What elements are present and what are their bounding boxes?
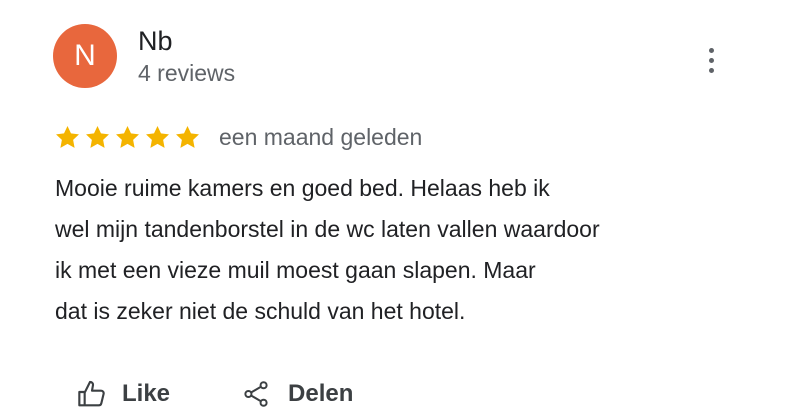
- share-button[interactable]: Delen: [242, 380, 353, 408]
- review-card: N Nb 4 reviews een maand geleden Mooie r…: [0, 0, 800, 420]
- review-actions: Like Delen: [76, 378, 353, 410]
- thumbs-up-icon: [78, 380, 105, 407]
- share-icon: [244, 381, 268, 407]
- avatar-initial: N: [74, 39, 96, 72]
- more-vert-icon: [708, 47, 714, 53]
- author-review-count[interactable]: 4 reviews: [138, 62, 235, 85]
- rating-row: een maand geleden: [54, 122, 422, 152]
- like-button[interactable]: Like: [76, 378, 170, 410]
- share-label: Delen: [288, 380, 354, 407]
- star-rating: [54, 124, 201, 151]
- review-text-line: dat is zeker niet de schuld van het hote…: [55, 298, 466, 324]
- more-vert-icon-dot: [708, 57, 714, 63]
- review-text-line: wel mijn tandenborstel in de wc laten va…: [55, 216, 600, 242]
- author-name[interactable]: Nb: [138, 28, 173, 55]
- avatar[interactable]: N: [53, 24, 117, 88]
- review-date: een maand geleden: [219, 123, 423, 150]
- star-icon: [56, 125, 79, 148]
- review-text-line: ik met een vieze muil moest gaan slapen.…: [55, 257, 536, 283]
- like-label: Like: [122, 380, 171, 407]
- review-text: Mooie ruime kamers en goed bed. Helaas h…: [55, 168, 755, 332]
- star-icon: [146, 125, 169, 148]
- star-icon: [116, 125, 139, 148]
- review-text-line: Mooie ruime kamers en goed bed. Helaas h…: [55, 175, 550, 201]
- more-options-button[interactable]: [696, 40, 726, 80]
- star-icon: [176, 125, 199, 148]
- star-icon: [86, 125, 109, 148]
- more-vert-icon-dot: [708, 67, 714, 73]
